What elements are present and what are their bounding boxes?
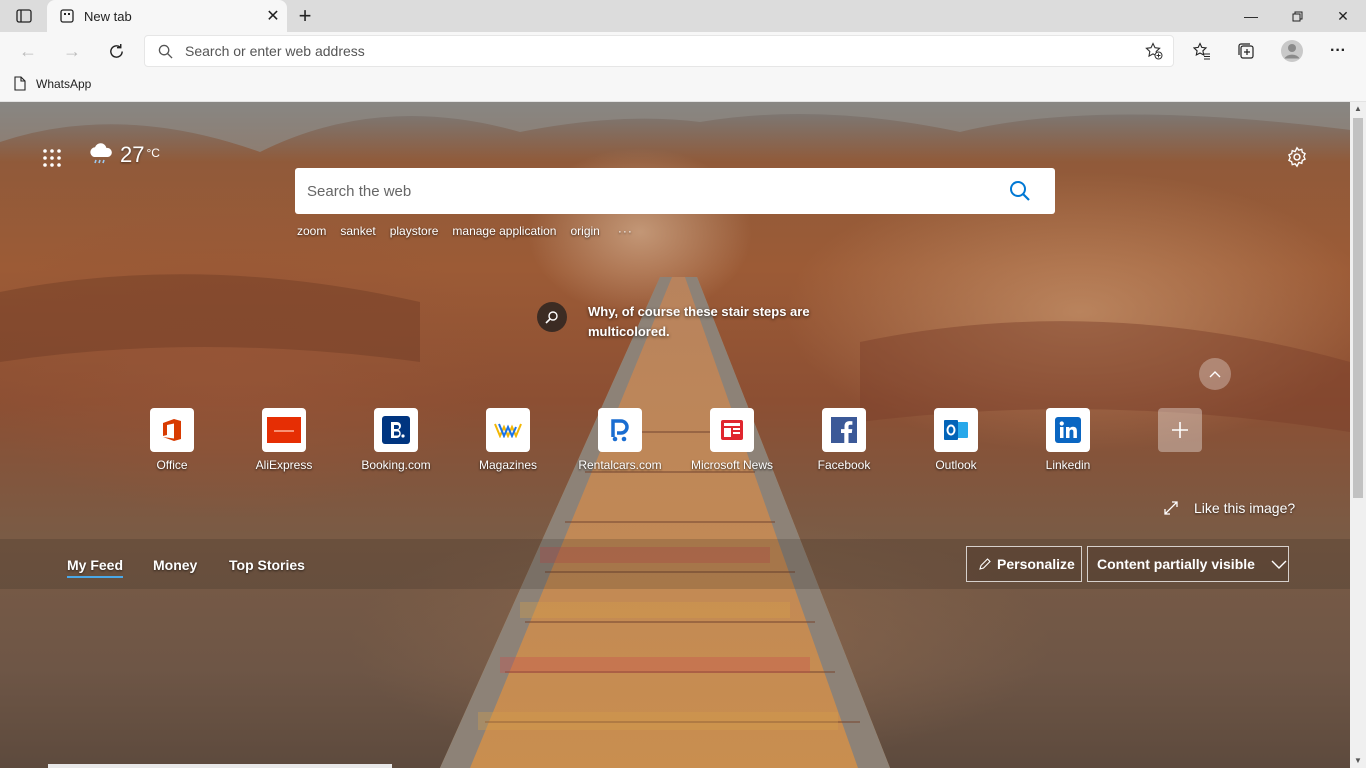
quick-links: Office AliExpress Booking.com Magazines … (116, 408, 1216, 478)
suggestion-item[interactable]: zoom (297, 224, 326, 238)
scrollbar-thumb[interactable] (1353, 118, 1363, 498)
magnifier-icon (537, 302, 567, 332)
chevron-down-icon (1271, 560, 1287, 569)
temperature: 27 (120, 142, 145, 167)
plus-icon (1158, 408, 1202, 452)
quick-link-booking[interactable]: Booking.com (340, 408, 452, 472)
collections-icon[interactable] (1231, 37, 1261, 65)
feed-bar: My Feed Money Top Stories Personalize Co… (0, 539, 1350, 589)
feed-tab-top-stories[interactable]: Top Stories (229, 557, 305, 573)
magazines-icon (486, 408, 530, 452)
weather-widget[interactable]: 27 °C (88, 142, 160, 168)
suggestion-item[interactable]: manage application (452, 224, 556, 238)
horizontal-scrollbar[interactable] (48, 764, 392, 768)
refresh-icon[interactable] (101, 37, 131, 65)
new-tab-page: 27 °C Search the web zoom sanket playsto… (0, 102, 1366, 768)
settings-more-icon[interactable]: ··· (1323, 37, 1353, 65)
quick-link-label: Booking.com (361, 458, 431, 472)
favorites-bar: WhatsApp (0, 70, 1366, 102)
restore-icon[interactable] (1274, 0, 1320, 32)
tab-new-tab[interactable]: New tab ✕ (47, 0, 287, 32)
office-icon (150, 408, 194, 452)
address-placeholder: Search or enter web address (185, 43, 365, 59)
profile-avatar-icon[interactable] (1277, 37, 1307, 65)
outlook-icon (934, 408, 978, 452)
suggestion-item[interactable]: playstore (390, 224, 439, 238)
forward-icon[interactable]: → (57, 37, 87, 65)
tab-actions-icon[interactable] (8, 4, 40, 28)
vertical-scrollbar[interactable]: ▲ ▼ (1350, 102, 1366, 768)
microsoft-news-icon (710, 408, 754, 452)
address-bar[interactable]: Search or enter web address (144, 35, 1174, 67)
personalize-button[interactable]: Personalize (966, 546, 1082, 582)
facebook-icon (822, 408, 866, 452)
app-launcher-icon[interactable] (40, 146, 64, 170)
close-window-icon[interactable]: ✕ (1320, 0, 1366, 32)
booking-icon (374, 408, 418, 452)
trivia-text: Why, of course these stair steps are mul… (588, 304, 810, 339)
new-tab-button[interactable]: + (292, 3, 318, 28)
browser-toolbar: ← → Search or enter web address ··· (0, 32, 1366, 70)
suggestion-item[interactable]: sanket (340, 224, 375, 238)
scroll-up-icon[interactable]: ▲ (1350, 102, 1366, 116)
search-submit-icon[interactable] (985, 168, 1055, 214)
like-image-button[interactable]: Like this image? (1164, 500, 1295, 516)
linkedin-icon (1046, 408, 1090, 452)
quick-link-label: Linkedin (1045, 458, 1091, 472)
quick-link-label: Facebook (817, 458, 871, 472)
rentalcars-icon (598, 408, 642, 452)
add-favorite-icon[interactable] (1135, 36, 1173, 66)
bookmark-whatsapp[interactable]: WhatsApp (14, 76, 91, 91)
more-suggestions-icon[interactable]: ··· (618, 224, 633, 238)
page-settings-gear-icon[interactable] (1284, 144, 1310, 170)
like-image-label: Like this image? (1194, 500, 1296, 516)
quick-link-microsoft-news[interactable]: Microsoft News (676, 408, 788, 472)
close-tab-icon[interactable]: ✕ (259, 2, 287, 30)
quick-link-facebook[interactable]: Facebook (788, 408, 900, 472)
quick-link-label: AliExpress (255, 458, 313, 472)
scroll-down-icon[interactable]: ▼ (1350, 754, 1366, 768)
tab-strip: New tab ✕ + — ✕ (0, 0, 1366, 32)
rain-cloud-icon (90, 143, 112, 164)
quick-link-label: Rentalcars.com (578, 458, 662, 472)
quick-link-aliexpress[interactable]: AliExpress (228, 408, 340, 472)
feed-tab-money[interactable]: Money (153, 557, 197, 573)
search-icon (145, 44, 185, 59)
quick-link-linkedin[interactable]: Linkedin (1012, 408, 1124, 472)
temperature-unit: °C (146, 146, 160, 160)
pencil-icon (979, 558, 991, 570)
quick-link-label: Outlook (935, 458, 977, 472)
content-visibility-dropdown[interactable]: Content partially visible (1087, 546, 1289, 582)
aliexpress-icon (262, 408, 306, 452)
quick-link-label: Office (156, 458, 188, 472)
tab-title: New tab (84, 8, 132, 24)
new-tab-favicon-icon (60, 9, 74, 23)
quick-link-rentalcars[interactable]: Rentalcars.com (564, 408, 676, 472)
collapse-chevron-up-icon[interactable] (1199, 358, 1231, 390)
quick-link-office[interactable]: Office (116, 408, 228, 472)
minimize-icon[interactable]: — (1228, 0, 1274, 32)
personalize-label: Personalize (997, 556, 1075, 572)
image-trivia[interactable]: Why, of course these stair steps are mul… (537, 302, 848, 342)
favorites-icon[interactable] (1187, 37, 1217, 65)
search-suggestions: zoom sanket playstore manage application… (297, 224, 633, 238)
quick-link-label: Magazines (478, 458, 538, 472)
quick-link-label: Microsoft News (690, 458, 773, 472)
back-icon[interactable]: ← (13, 37, 43, 65)
search-placeholder: Search the web (307, 182, 412, 200)
web-search-box[interactable]: Search the web (295, 168, 1055, 214)
suggestion-item[interactable]: origin (570, 224, 599, 238)
page-icon (14, 76, 26, 91)
bookmark-label: WhatsApp (36, 76, 92, 91)
expand-icon (1164, 501, 1178, 515)
feed-tab-my-feed[interactable]: My Feed (67, 557, 124, 578)
content-visibility-label: Content partially visible (1097, 556, 1255, 572)
quick-link-outlook[interactable]: Outlook (900, 408, 1012, 472)
quick-link-magazines[interactable]: Magazines (452, 408, 564, 472)
add-quick-link-button[interactable] (1124, 408, 1236, 452)
